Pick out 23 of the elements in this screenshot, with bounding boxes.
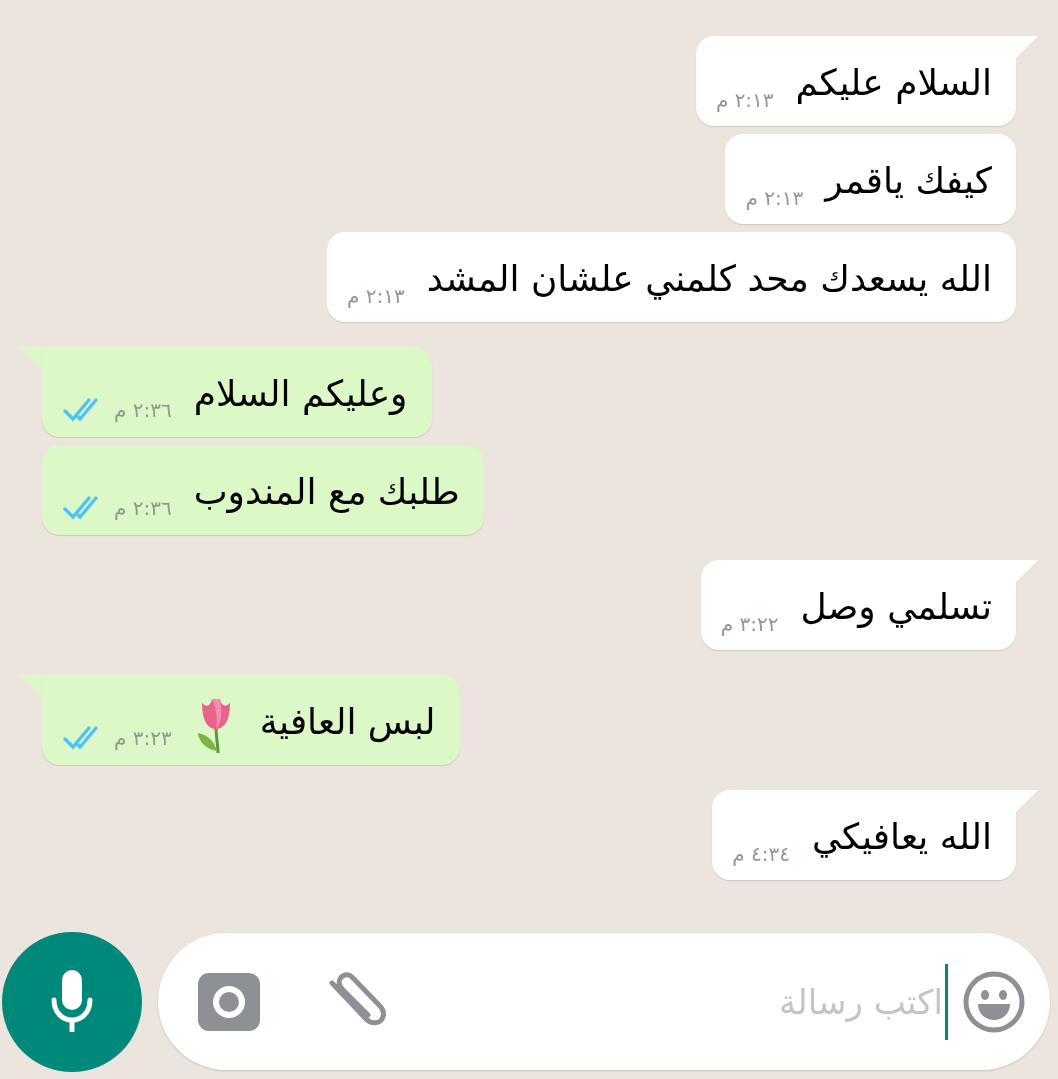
message-text: وعليكم السلام [193,371,408,417]
message-time: ٢:٣٦ م [114,496,172,520]
smiley-icon [962,969,1026,1034]
message-text: السلام عليكم [795,60,992,106]
message-text: كيفك ياقمر [825,158,992,204]
message-time: ٣:٢٣ م [114,726,172,750]
message-text: الله يسعدك محد كلمني علشان المشد [426,256,992,302]
message-composer-field[interactable]: اكتب رسالة [158,933,1050,1070]
message-time: ٤:٣٤ م [732,842,791,866]
message-time: ٢:١٣ م [346,284,405,308]
message-text: طلبك مع المندوب [193,469,460,515]
message-time: ٢:١٣ م [745,186,804,210]
camera-icon [198,972,260,1031]
message-input[interactable]: اكتب رسالة [404,963,948,1040]
camera-button[interactable] [198,972,260,1031]
message-text: تسلمي وصل [800,584,992,630]
message-text: لبس العافية [259,699,436,745]
message-text: الله يعافيكي [812,814,992,860]
emoji-button[interactable] [962,969,1026,1034]
microphone-icon [50,969,94,1034]
message-time: ٢:٣٦ م [114,398,172,422]
message-time: ٢:١٣ م [715,88,774,112]
message-time: ٣:٢٢ م [720,612,779,636]
